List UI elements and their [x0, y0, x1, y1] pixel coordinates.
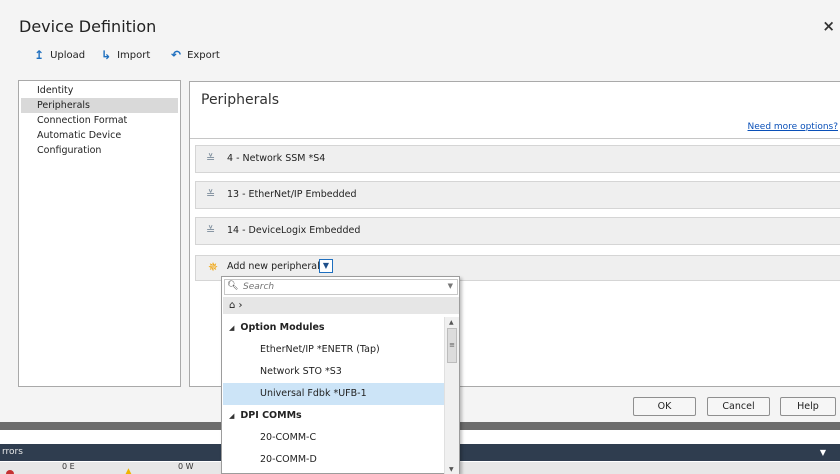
group-label: DPI COMMs — [240, 410, 302, 421]
need-more-options-link[interactable]: Need more options? — [748, 122, 838, 132]
group-option-modules[interactable]: ◢ Option Modules — [223, 317, 444, 339]
peripheral-label: 13 - EtherNet/IP Embedded — [227, 189, 357, 200]
breadcrumb[interactable]: ⌂ › — [223, 297, 459, 314]
peripheral-row[interactable]: ≚ 13 - EtherNet/IP Embedded — [195, 181, 840, 209]
list-item[interactable]: EtherNet/IP *ENETR (Tap) — [223, 339, 444, 361]
close-icon[interactable]: × — [822, 17, 835, 35]
peripheral-row[interactable]: ≚ 4 - Network SSM *S4 — [195, 145, 840, 173]
group-label: Option Modules — [240, 322, 325, 333]
export-icon: ↶ — [171, 48, 182, 62]
nav-item-identity[interactable]: Identity — [21, 83, 178, 98]
peripheral-label: 4 - Network SSM *S4 — [227, 153, 326, 164]
import-icon: ↳ — [101, 48, 112, 62]
category-nav: Identity Peripherals Connection Format A… — [18, 80, 181, 387]
error-count[interactable]: 0 E — [62, 462, 75, 471]
page-title: Peripherals — [201, 92, 280, 108]
scroll-up-icon[interactable]: ▲ — [449, 319, 454, 326]
peripheral-list: ◢ Option Modules EtherNet/IP *ENETR (Tap)… — [223, 317, 444, 474]
star-icon: ✵ — [208, 260, 219, 274]
screen: Device Definition × ↥ Upload ↳ Import ↶ … — [0, 0, 840, 474]
error-icon — [6, 470, 14, 474]
list-item[interactable]: Network STO *S3 — [223, 361, 444, 383]
chevron-down-icon[interactable]: ▼ — [448, 282, 453, 290]
import-button[interactable]: ↳ Import — [101, 48, 150, 62]
nav-item-connection-format[interactable]: Connection Format — [21, 113, 178, 128]
list-item[interactable]: 20-COMM-D — [223, 449, 444, 471]
collapse-icon[interactable]: ◢ — [229, 412, 234, 420]
errors-panel-title: rrors — [2, 447, 23, 457]
warning-icon: ▲ — [125, 467, 132, 474]
search-icon: 🔍︎ — [227, 281, 239, 291]
cancel-button[interactable]: Cancel — [707, 397, 770, 416]
dialog-title: Device Definition — [19, 17, 157, 36]
list-item[interactable]: Universal Fdbk *UFB-1 — [223, 383, 444, 405]
nav-item-peripherals[interactable]: Peripherals — [21, 98, 178, 113]
list-item[interactable]: 20-COMM-C — [223, 427, 444, 449]
chevron-down-icon[interactable]: ≚ — [206, 218, 215, 244]
chevron-down-icon[interactable]: ▼ — [820, 448, 826, 457]
add-peripheral-dropdown-button[interactable]: ▼ — [319, 259, 333, 273]
help-button[interactable]: Help — [780, 397, 836, 416]
add-peripheral-label: Add new peripheral — [227, 261, 320, 272]
peripheral-label: 14 - DeviceLogix Embedded — [227, 225, 361, 236]
upload-label: Upload — [50, 49, 86, 61]
divider — [190, 138, 840, 139]
search-input[interactable] — [243, 281, 433, 293]
chevron-down-icon[interactable]: ≚ — [206, 182, 215, 208]
warning-count[interactable]: 0 W — [178, 462, 194, 471]
export-button[interactable]: ↶ Export — [171, 48, 220, 62]
collapse-icon[interactable]: ◢ — [229, 324, 234, 332]
search-box: 🔍︎ ▼ — [224, 279, 458, 295]
nav-item-automatic-device-configuration[interactable]: Automatic Device Configuration — [21, 128, 178, 156]
vertical-scrollbar[interactable]: ▲ ≡ ▼ — [444, 317, 459, 474]
peripheral-row[interactable]: ≚ 14 - DeviceLogix Embedded — [195, 217, 840, 245]
group-dpi-comms[interactable]: ◢ DPI COMMs — [223, 405, 444, 427]
add-peripheral-popup: 🔍︎ ▼ ⌂ › ◢ Option Modules EtherNet/IP *EN… — [221, 276, 460, 474]
ok-button[interactable]: OK — [633, 397, 696, 416]
chevron-down-icon[interactable]: ≚ — [206, 146, 215, 172]
scroll-down-icon[interactable]: ▼ — [449, 466, 454, 473]
import-label: Import — [117, 49, 151, 61]
upload-button[interactable]: ↥ Upload — [34, 48, 85, 62]
upload-icon: ↥ — [34, 48, 45, 62]
export-label: Export — [187, 49, 220, 61]
scrollbar-thumb[interactable]: ≡ — [447, 328, 457, 363]
